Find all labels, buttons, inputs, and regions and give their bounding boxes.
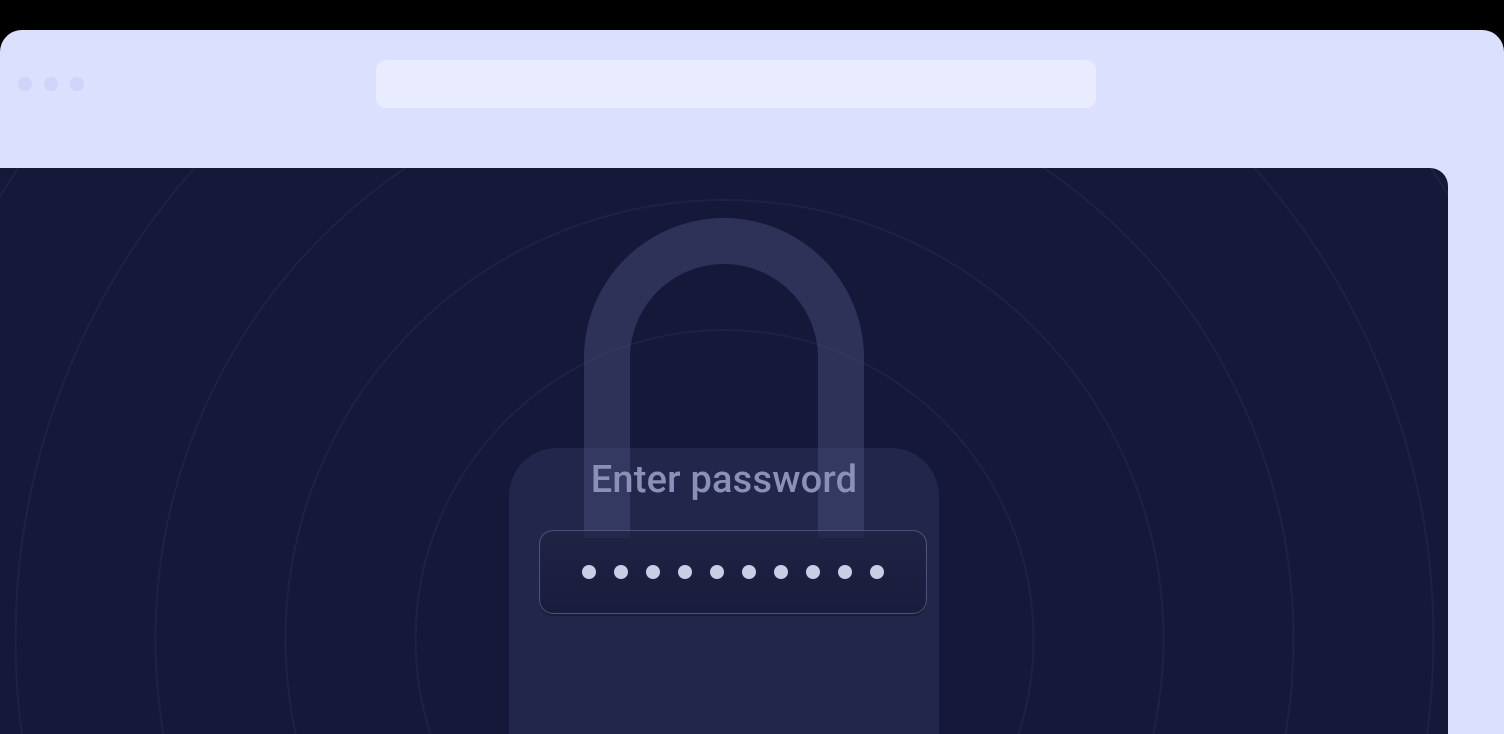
password-input[interactable]	[539, 530, 927, 614]
address-bar[interactable]	[376, 60, 1096, 108]
password-dot	[710, 565, 724, 579]
password-dot	[806, 565, 820, 579]
password-prompt: Enter password	[539, 458, 909, 614]
password-dot	[742, 565, 756, 579]
minimize-window-icon[interactable]	[44, 77, 58, 91]
password-dot	[838, 565, 852, 579]
enter-password-label: Enter password	[539, 458, 909, 502]
password-dot	[614, 565, 628, 579]
browser-chrome	[0, 30, 1504, 138]
password-dot	[678, 565, 692, 579]
password-dot	[774, 565, 788, 579]
window-controls	[18, 77, 84, 91]
password-dot	[646, 565, 660, 579]
page-viewport: Enter password	[0, 168, 1448, 734]
password-dot	[870, 565, 884, 579]
maximize-window-icon[interactable]	[70, 77, 84, 91]
close-window-icon[interactable]	[18, 77, 32, 91]
password-dot	[582, 565, 596, 579]
browser-window: Enter password	[0, 30, 1504, 734]
